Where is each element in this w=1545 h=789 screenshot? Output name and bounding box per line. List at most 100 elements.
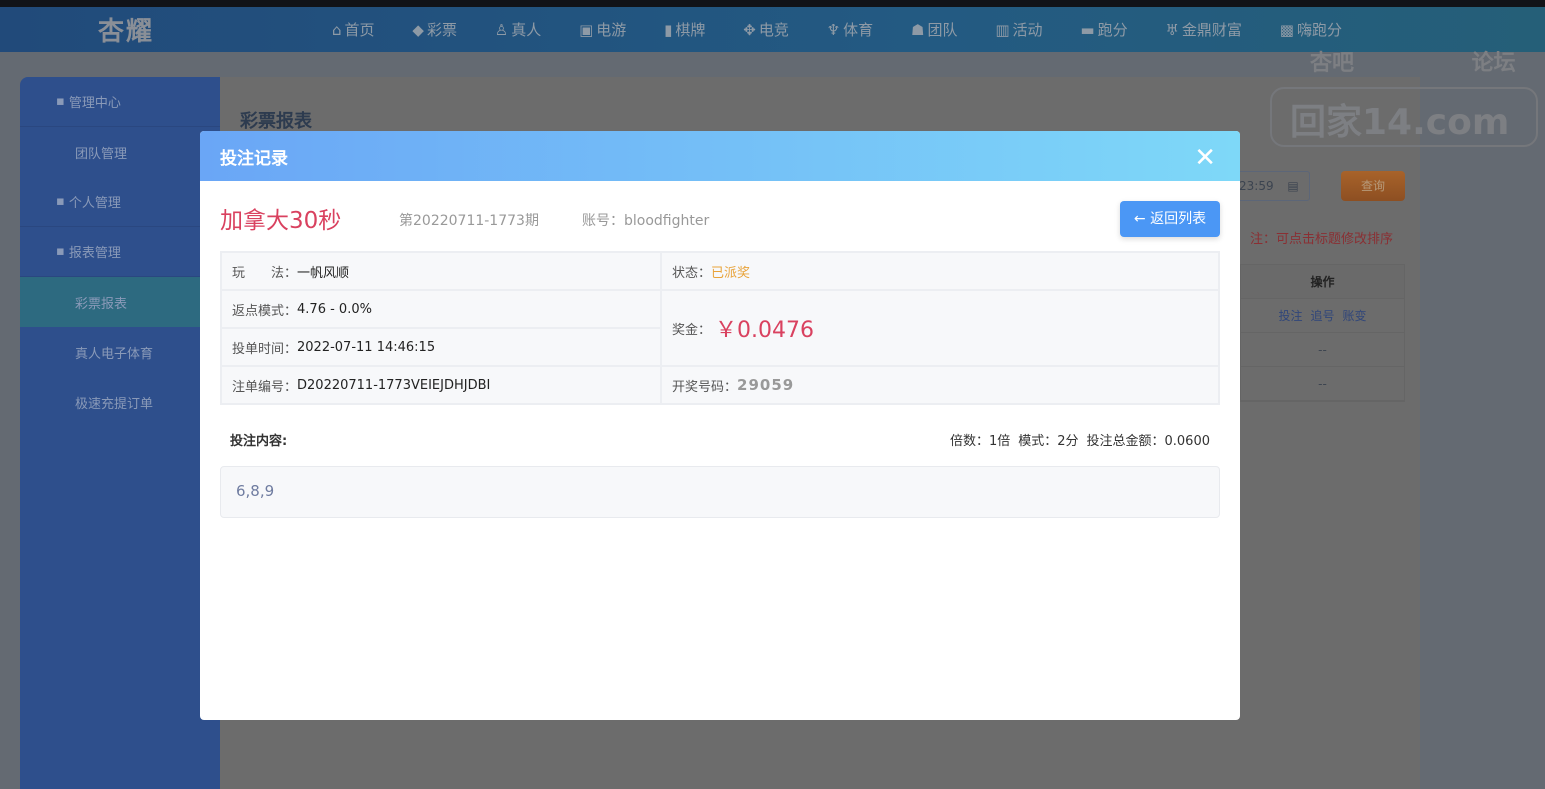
watermark-main: 回家14.com <box>1270 87 1538 147</box>
nav-item-4[interactable]: ▮ 棋牌 <box>664 19 705 40</box>
lottery-icon: ◆ <box>412 21 424 39</box>
user-icon: ▪ <box>56 194 65 209</box>
sidebar-item-0[interactable]: ▪ 管理中心 <box>20 77 220 127</box>
sidebar-item-6[interactable]: 极速充提订单 <box>20 377 220 427</box>
ledger-link[interactable]: 账变 <box>1343 307 1367 324</box>
play-cell: 玩 法： 一帆风顺 <box>221 252 661 290</box>
sidebar-item-label: 真人电子体育 <box>75 346 154 362</box>
status-cell: 状态： 已派奖 <box>661 252 1219 290</box>
slot-icon: ▣ <box>579 21 594 39</box>
detail-grid: 玩 法： 一帆风顺 状态： 已派奖 返点模式： 4.76 - 0.0% 奖金： ￥0.0… <box>220 251 1220 405</box>
nav-label: 活动 <box>1012 21 1043 39</box>
table-row: 投注 追号 账变 <box>1241 299 1404 333</box>
time-value: 2022-07-11 14:46:15 <box>297 339 436 355</box>
nav-item-0[interactable]: ⌂ 首页 <box>332 19 375 40</box>
prize-label: 奖金： <box>672 322 712 338</box>
nav-items: ⌂ 首页 ◆ 彩票 ♙ 真人 ▣ 电游 ▮ 棋牌 ✥ 电竞 ♆ 体育 ☗ 团队 ▥ 活动 ▬ 跑分 ♅ 金鼎财富 ▩ 嗨跑分 <box>332 19 1342 40</box>
nav-item-11[interactable]: ▩ 嗨跑分 <box>1280 19 1342 40</box>
sidebar-item-label: 个人管理 <box>68 196 121 211</box>
query-button[interactable]: 查询 <box>1341 171 1405 201</box>
draw-cell: 开奖号码： 29059 <box>661 366 1219 404</box>
nav-item-2[interactable]: ♙ 真人 <box>495 19 541 40</box>
team-icon: ▪ <box>56 94 65 109</box>
rebate-label: 返点模式： <box>232 303 298 319</box>
chase-link[interactable]: 追号 <box>1310 307 1334 324</box>
modal-header: 投注记录 <box>200 131 1240 181</box>
nav-item-8[interactable]: ▥ 活动 <box>995 19 1042 40</box>
content-label: 投注内容: <box>230 434 288 449</box>
sidebar-item-label: 极速充提订单 <box>75 396 154 412</box>
nav-label: 真人 <box>511 21 542 39</box>
status-label: 状态： <box>672 265 712 281</box>
total-amount: 投注总金额：0.0600 <box>1086 434 1211 449</box>
table-header: 操作 <box>1241 265 1404 299</box>
table-row: -- <box>1241 367 1404 401</box>
nav-label: 金鼎财富 <box>1181 21 1242 39</box>
sidebar-item-1[interactable]: 团队管理 <box>20 127 220 177</box>
prize-cell: 奖金： ￥0.0476 <box>661 290 1219 366</box>
nav-item-5[interactable]: ✥ 电竞 <box>743 19 789 40</box>
date-value: 23:59 <box>1239 179 1274 193</box>
order-cell: 注单编号： D20220711-1773VEIEJDHJDBI <box>221 366 661 404</box>
sidebar-item-label: 报表管理 <box>68 246 121 261</box>
nav-label: 电游 <box>596 21 627 39</box>
sidebar-item-label: 团队管理 <box>75 146 128 162</box>
nav-label: 团队 <box>927 21 958 39</box>
back-label: 返回列表 <box>1150 211 1207 227</box>
rebate-value: 4.76 - 0.0% <box>297 301 372 317</box>
nav-item-7[interactable]: ☗ 团队 <box>911 19 957 40</box>
modal-title: 投注记录 <box>220 148 288 169</box>
bet-record-modal: 投注记录 ✕ 加拿大30秒 第20220711-1773期 账号：bloodfi… <box>200 131 1240 720</box>
multiple: 倍数：1倍 <box>949 434 1011 449</box>
gift-icon: ▥ <box>995 21 1010 39</box>
trophy-icon: ♆ <box>826 21 841 39</box>
top-strip <box>0 0 1545 7</box>
nav-item-9[interactable]: ▬ 跑分 <box>1080 19 1127 40</box>
end-date-input[interactable]: 23:59 ▤ <box>1230 171 1310 201</box>
account: 账号：bloodfighter <box>582 213 710 229</box>
cards-icon: ▮ <box>664 21 673 39</box>
report-icon: ▪ <box>56 244 65 259</box>
page-title: 彩票报表 <box>240 111 312 132</box>
arrow-left-icon: ← <box>1133 211 1151 227</box>
close-icon[interactable]: ✕ <box>1194 143 1216 173</box>
draw-label: 开奖号码： <box>672 379 738 395</box>
order-label: 注单编号： <box>232 379 298 395</box>
home-icon: ⌂ <box>332 21 342 39</box>
watermark-top: 杏吧 论坛 <box>1310 51 1516 76</box>
nav-label: 彩票 <box>426 21 457 39</box>
nav-label: 体育 <box>843 21 874 39</box>
play-value: 一帆风顺 <box>297 265 350 281</box>
bet-content: 6,8,9 <box>220 466 1220 518</box>
logo[interactable]: 杏耀 <box>98 11 154 48</box>
sidebar-item-3[interactable]: ▪ 报表管理 <box>20 227 220 277</box>
rebate-cell: 返点模式： 4.76 - 0.0% <box>221 290 661 328</box>
rhino-icon: ▬ <box>1080 21 1095 39</box>
draw-value: 29059 <box>737 376 795 394</box>
sidebar-item-5[interactable]: 真人电子体育 <box>20 327 220 377</box>
bet-link[interactable]: 投注 <box>1278 307 1302 324</box>
nav-item-10[interactable]: ♅ 金鼎财富 <box>1165 19 1241 40</box>
game-name: 加拿大30秒 <box>220 208 342 234</box>
nav-label: 电竞 <box>758 21 789 39</box>
sidebar-item-2[interactable]: ▪ 个人管理 <box>20 177 220 227</box>
calendar-icon[interactable]: ▤ <box>1287 179 1298 193</box>
sidebar-item-4[interactable]: 彩票报表 <box>20 277 220 327</box>
sort-note: 注：可点击标题修改排序 <box>1250 232 1394 247</box>
bet-summary: 倍数：1倍 模式：2分 投注总金额：0.0600 <box>942 430 1210 449</box>
nav-label: 嗨跑分 <box>1296 21 1342 39</box>
nav-label: 首页 <box>344 21 375 39</box>
team-icon: ☗ <box>911 21 925 39</box>
hi-icon: ▩ <box>1279 21 1294 39</box>
table-row: -- <box>1241 333 1404 367</box>
gamepad-icon: ✥ <box>743 21 756 39</box>
time-cell: 投单时间： 2022-07-11 14:46:15 <box>221 328 661 366</box>
cauldron-icon: ♅ <box>1165 21 1179 39</box>
status-value: 已派奖 <box>711 265 751 281</box>
back-to-list-button[interactable]: ← 返回列表 <box>1120 201 1220 237</box>
report-table: 操作 投注 追号 账变 -- -- <box>1240 264 1405 402</box>
nav-item-6[interactable]: ♆ 体育 <box>827 19 873 40</box>
nav-item-3[interactable]: ▣ 电游 <box>579 19 626 40</box>
sidebar-item-label: 彩票报表 <box>75 296 128 312</box>
nav-item-1[interactable]: ◆ 彩票 <box>412 19 457 40</box>
